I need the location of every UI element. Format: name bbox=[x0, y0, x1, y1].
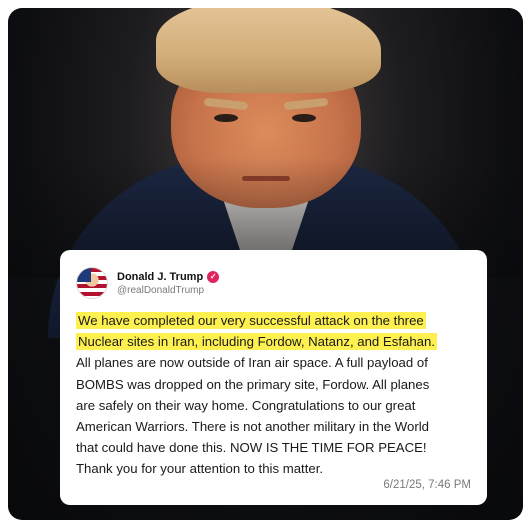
body-line: are safely on their way home. Congratula… bbox=[76, 397, 416, 413]
image-frame: Donald J. Trump ✓ @realDonaldTrump We ha… bbox=[8, 8, 523, 520]
post-timestamp[interactable]: 6/21/25, 7:46 PM bbox=[383, 479, 471, 491]
body-line: All planes are now outside of Iran air s… bbox=[76, 355, 428, 371]
body-line: that could have done this. NOW IS THE TI… bbox=[76, 440, 427, 456]
author-handle[interactable]: @realDonaldTrump bbox=[117, 285, 219, 296]
author-name-row: Donald J. Trump ✓ bbox=[117, 270, 220, 283]
body-line: Thank you for your attention to this mat… bbox=[76, 461, 324, 477]
portrait-eye-left bbox=[214, 114, 238, 122]
post-card: Donald J. Trump ✓ @realDonaldTrump We ha… bbox=[60, 250, 487, 505]
portrait-photo bbox=[8, 8, 523, 338]
highlighted-line: Nuclear sites in Iran, including Fordow,… bbox=[76, 333, 437, 351]
body-line: American Warriors. There is not another … bbox=[76, 419, 430, 435]
author-name[interactable]: Donald J. Trump bbox=[117, 271, 203, 283]
highlighted-line: We have completed our very successful at… bbox=[76, 312, 426, 329]
portrait-hair bbox=[156, 8, 381, 93]
portrait-eye-right bbox=[292, 114, 316, 122]
post-author: Donald J. Trump ✓ @realDonaldTrump bbox=[76, 266, 471, 300]
verified-badge-icon: ✓ bbox=[207, 270, 220, 283]
post-body: We have completed our very successful at… bbox=[76, 310, 471, 480]
author-names: Donald J. Trump ✓ @realDonaldTrump bbox=[117, 270, 220, 296]
body-line: BOMBS was dropped on the primary site, F… bbox=[76, 376, 430, 392]
avatar[interactable] bbox=[76, 267, 108, 299]
